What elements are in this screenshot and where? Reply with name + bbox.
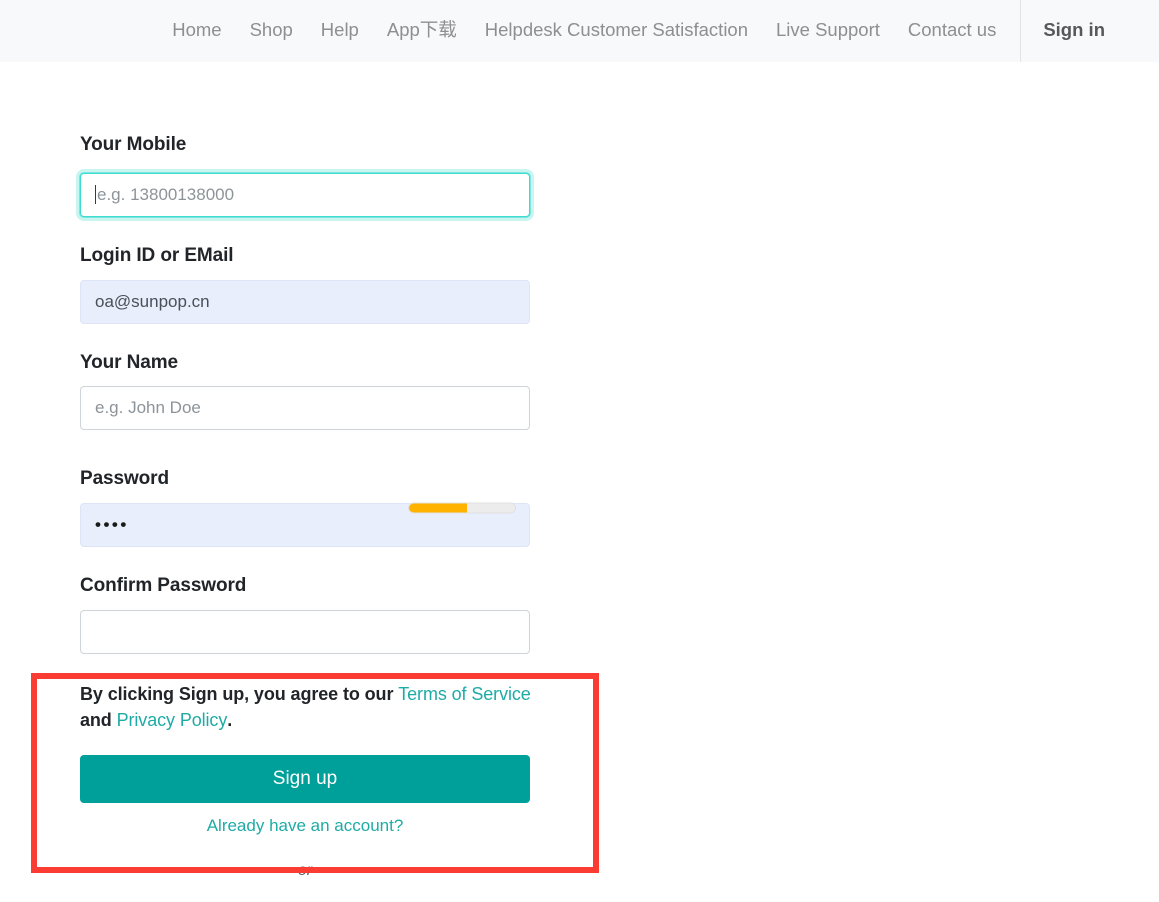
terms-agreement-text: By clicking Sign up, you agree to our Te… bbox=[80, 682, 532, 733]
confirm-password-input[interactable] bbox=[80, 609, 530, 654]
login-id-input-value: oa@sunpop.cn bbox=[95, 291, 210, 311]
field-login-id: Login ID or EMail oa@sunpop.cn bbox=[80, 245, 530, 324]
password-input-value: •••• bbox=[95, 515, 129, 535]
nav-item-helpdesk-customer-satisfaction[interactable]: Helpdesk Customer Satisfaction bbox=[471, 19, 762, 40]
password-strength-fill bbox=[409, 503, 468, 513]
nav-item-app-download[interactable]: App下载 bbox=[373, 19, 471, 40]
terms-of-service-link[interactable]: Terms of Service bbox=[398, 684, 531, 704]
already-have-account-row: Already have an account? bbox=[80, 816, 530, 836]
mobile-input[interactable]: e.g. 13800138000 bbox=[80, 172, 530, 217]
terms-conjunction-text: and bbox=[80, 709, 117, 730]
field-confirm-password: Confirm Password bbox=[80, 575, 530, 654]
nav-item-live-support[interactable]: Live Support bbox=[762, 19, 894, 40]
top-navbar: Home Shop Help App下载 Helpdesk Customer S… bbox=[0, 0, 1159, 62]
terms-lead-text: By clicking Sign up, you agree to our bbox=[80, 683, 399, 704]
field-password: Password •••• bbox=[80, 468, 530, 548]
or-separator: - or - bbox=[288, 862, 322, 880]
nav-item-contact-us[interactable]: Contact us bbox=[894, 19, 1010, 40]
privacy-policy-link[interactable]: Privacy Policy bbox=[117, 710, 228, 730]
nav-item-help[interactable]: Help bbox=[307, 19, 373, 40]
label-login-id-or-email: Login ID or EMail bbox=[80, 244, 234, 266]
your-name-input-placeholder: e.g. John Doe bbox=[95, 398, 201, 418]
login-id-input[interactable]: oa@sunpop.cn bbox=[80, 279, 530, 324]
label-your-mobile: Your Mobile bbox=[80, 134, 187, 155]
your-name-input[interactable]: e.g. John Doe bbox=[80, 386, 530, 431]
label-password: Password bbox=[80, 468, 169, 490]
mobile-input-placeholder: e.g. 13800138000 bbox=[97, 184, 235, 204]
already-have-account-link[interactable]: Already have an account? bbox=[207, 816, 404, 835]
text-caret bbox=[95, 185, 96, 205]
signup-form: Your Mobile e.g. 13800138000 Login ID or… bbox=[0, 62, 1159, 880]
password-strength-meter bbox=[408, 502, 516, 514]
nav-item-home[interactable]: Home bbox=[158, 19, 235, 40]
nav-item-shop[interactable]: Shop bbox=[236, 19, 307, 40]
terms-trailing-text: . bbox=[227, 709, 233, 730]
label-confirm-password: Confirm Password bbox=[80, 575, 247, 597]
sign-up-button[interactable]: Sign up bbox=[80, 755, 530, 804]
label-your-name: Your Name bbox=[80, 351, 178, 373]
nav-list: Home Shop Help App下载 Helpdesk Customer S… bbox=[158, 0, 1105, 62]
mobile-focus-ring: e.g. 13800138000 bbox=[76, 168, 534, 221]
field-mobile: Your Mobile e.g. 13800138000 bbox=[76, 134, 534, 221]
field-your-name: Your Name e.g. John Doe bbox=[80, 352, 530, 431]
nav-item-sign-in[interactable]: Sign in bbox=[1021, 19, 1105, 40]
password-input[interactable]: •••• bbox=[80, 502, 530, 548]
